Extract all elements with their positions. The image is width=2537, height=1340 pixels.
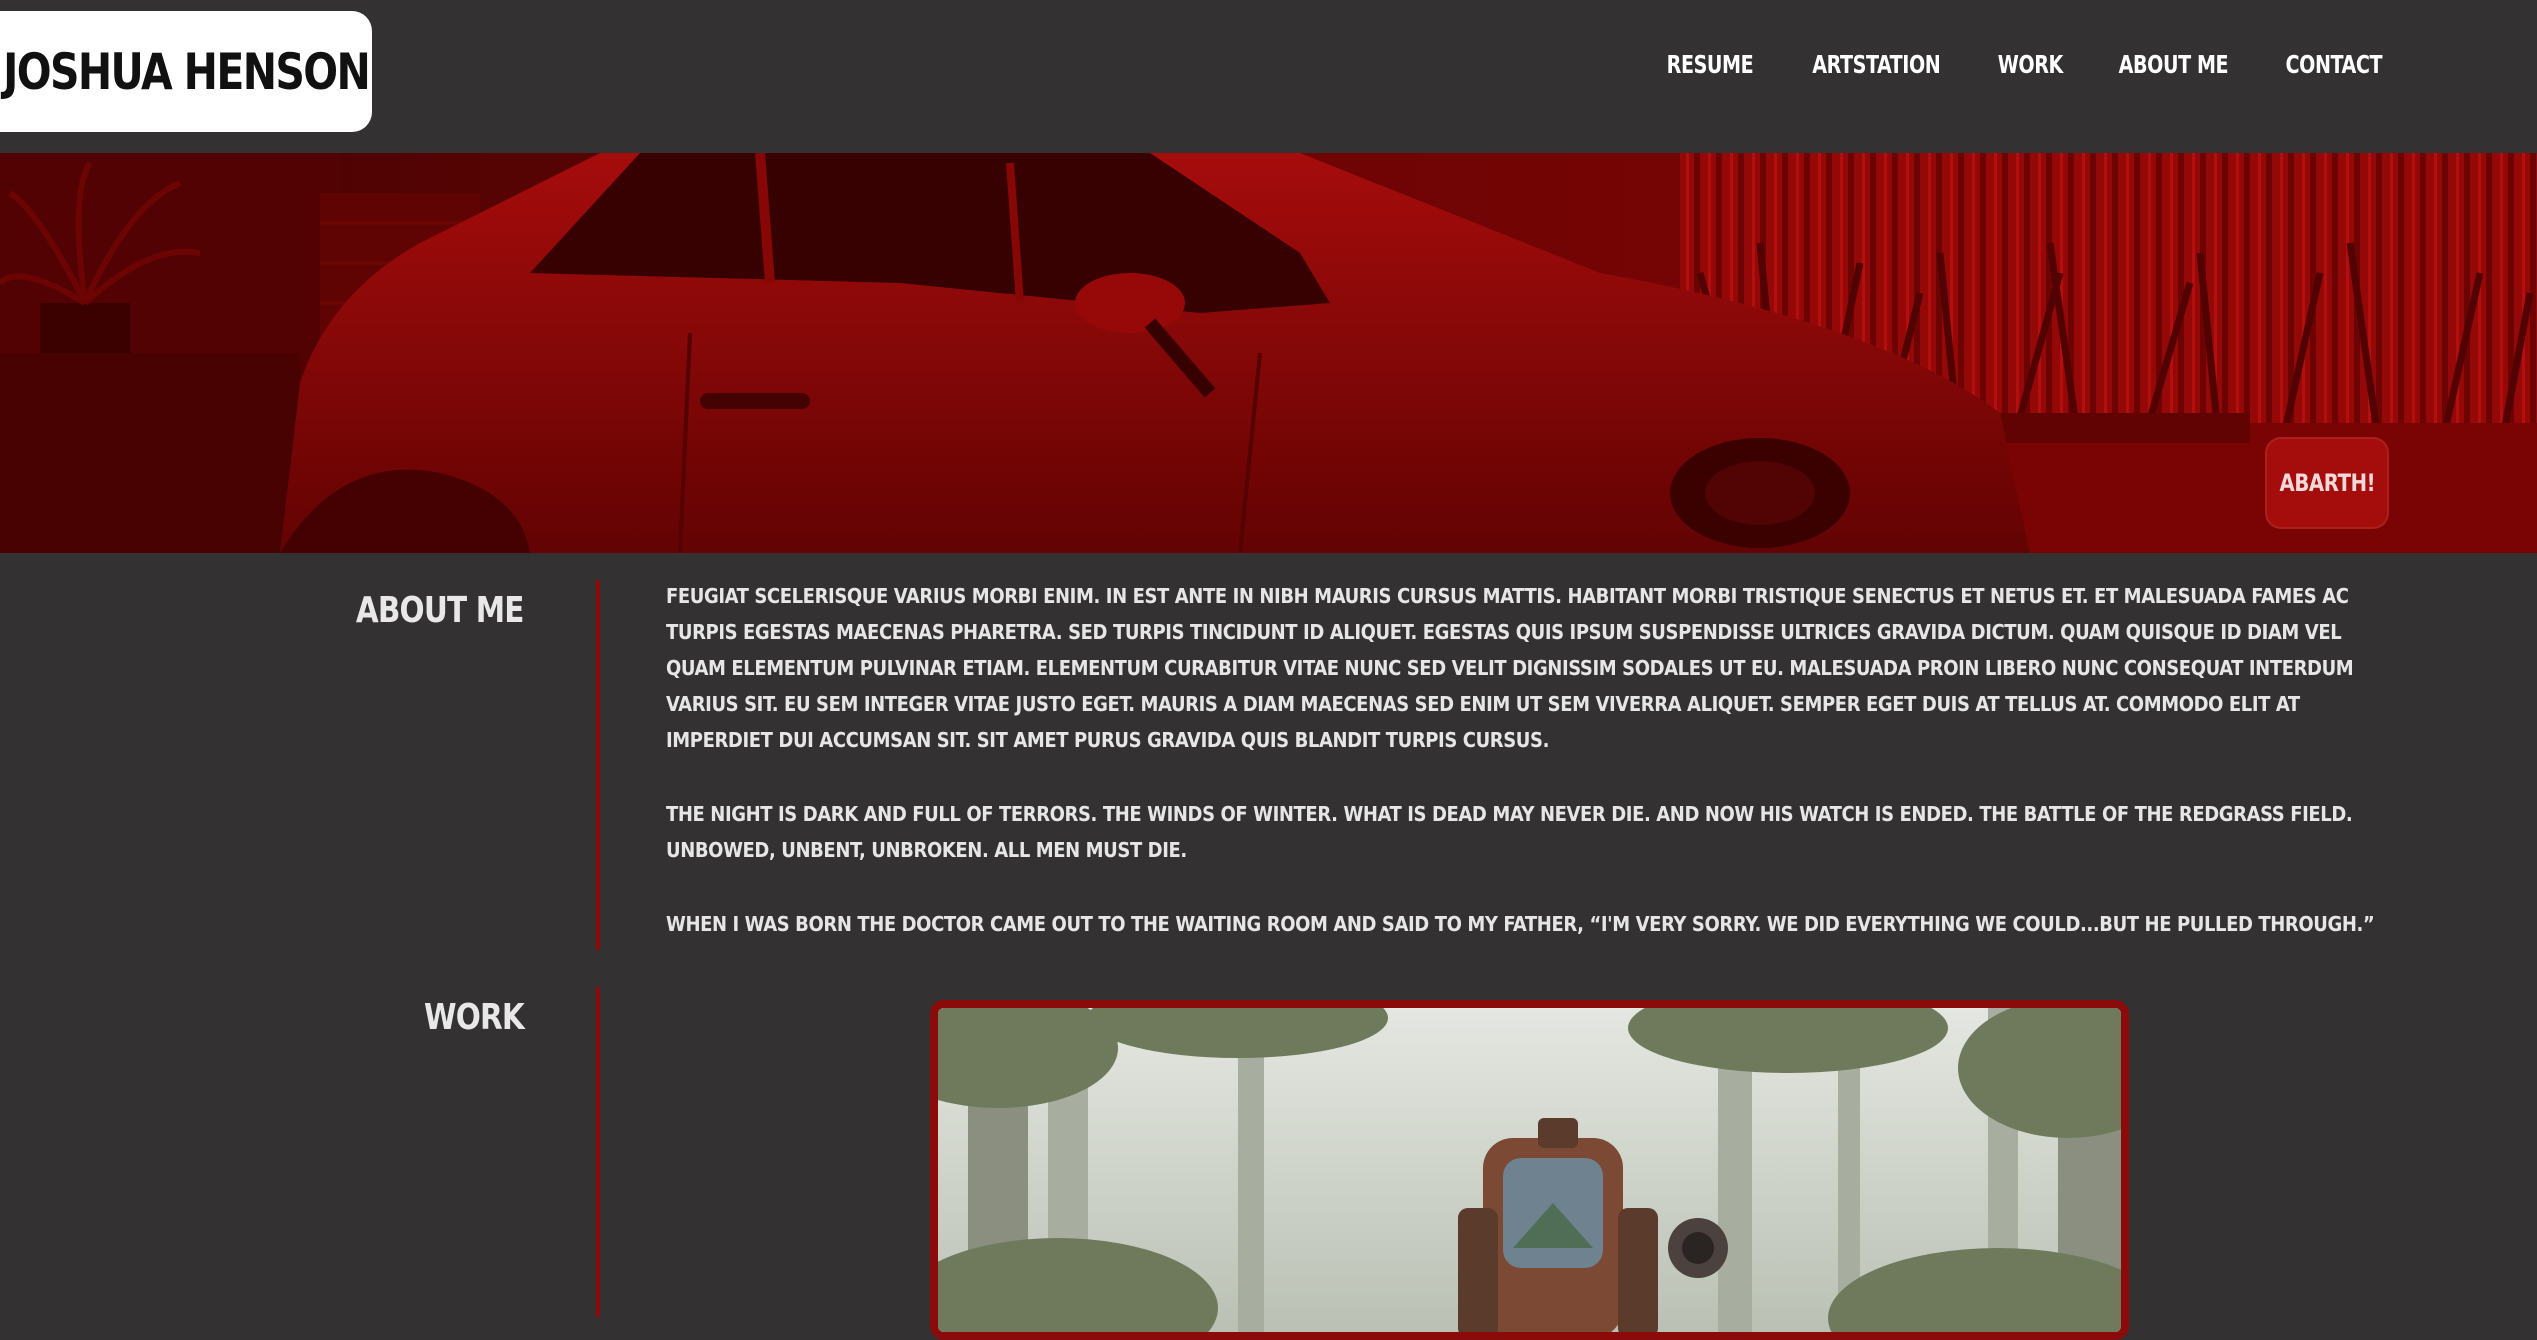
work-image-robot-forest xyxy=(938,1008,2121,1332)
work-title: WORK xyxy=(424,997,525,1038)
logo-text: JOSHUA HENSON xyxy=(2,42,371,101)
nav-contact[interactable]: CONTACT xyxy=(2286,50,2383,79)
about-paragraph: FEUGIAT SCELERISQUE VARIUS MORBI ENIM. I… xyxy=(666,584,2354,752)
about-divider xyxy=(596,580,600,950)
hero-banner: ABARTH! xyxy=(0,153,2537,553)
nav-work[interactable]: WORK xyxy=(1998,50,2064,79)
work-thumbnail[interactable] xyxy=(930,1000,2129,1340)
work-divider xyxy=(596,987,600,1317)
nav-artstation[interactable]: ARTSTATION xyxy=(1812,50,1940,79)
abarth-button[interactable]: ABARTH! xyxy=(2265,437,2389,529)
nav-about-me[interactable]: ABOUT ME xyxy=(2118,50,2228,79)
site-header: JOSHUA HENSON RESUME ARTSTATION WORK ABO… xyxy=(0,0,2537,153)
about-title: ABOUT ME xyxy=(356,590,525,631)
nav-resume[interactable]: RESUME xyxy=(1667,50,1754,79)
logo[interactable]: JOSHUA HENSON xyxy=(0,11,372,132)
about-paragraph: WHEN I WAS BORN THE DOCTOR CAME OUT TO T… xyxy=(666,912,2375,936)
abarth-label: ABARTH! xyxy=(2279,469,2375,497)
main-nav: RESUME ARTSTATION WORK ABOUT ME CONTACT xyxy=(1659,50,2391,79)
about-paragraph: THE NIGHT IS DARK AND FULL OF TERRORS. T… xyxy=(666,802,2353,862)
about-body: FEUGIAT SCELERISQUE VARIUS MORBI ENIM. I… xyxy=(666,578,2396,980)
hero-car-image xyxy=(0,153,2537,553)
